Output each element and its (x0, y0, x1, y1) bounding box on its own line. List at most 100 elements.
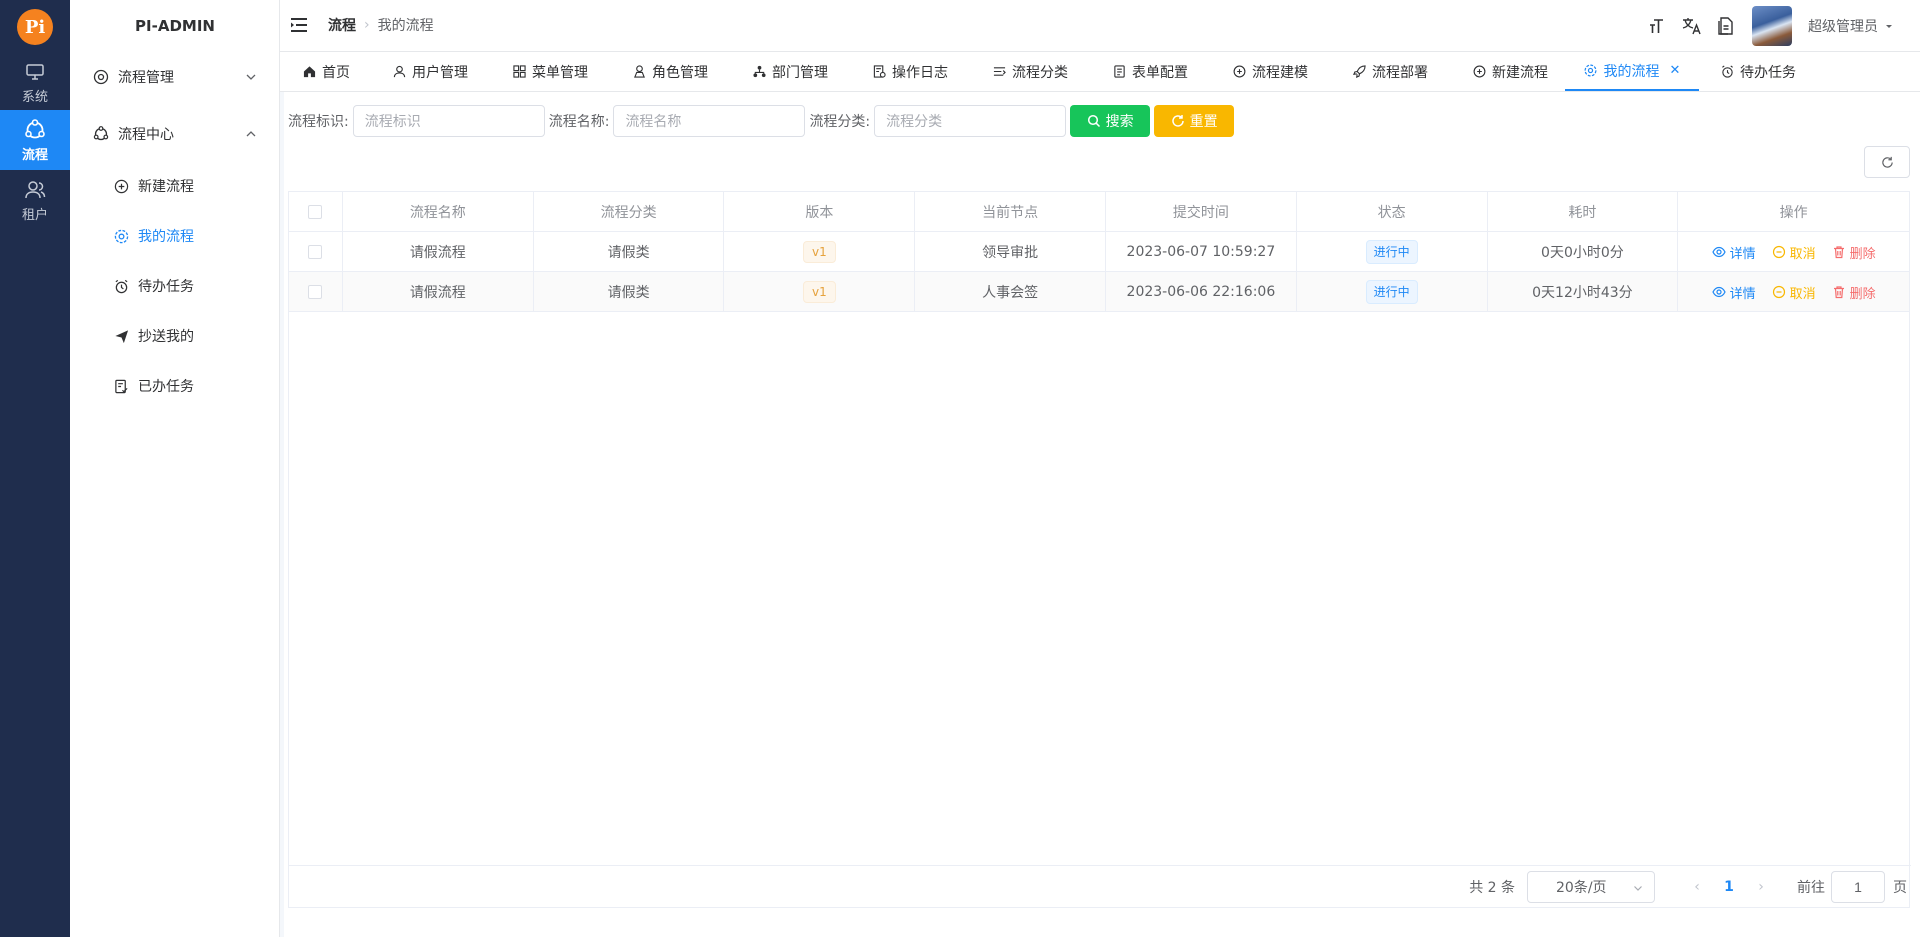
cancel-button[interactable]: 取消 (1772, 243, 1816, 262)
reset-button[interactable]: 重置 (1154, 105, 1235, 137)
tab-flow-deploy[interactable]: 流程部署 (1340, 52, 1440, 91)
breadcrumb-separator: › (364, 17, 370, 33)
tab-menu-management[interactable]: 菜单管理 (500, 52, 600, 91)
menu-group-flow-center[interactable]: 流程中心 (70, 110, 280, 158)
form-icon (1112, 65, 1126, 79)
menu-item-new-flow[interactable]: 新建流程 (70, 162, 280, 210)
breadcrumb-item: 我的流程 (377, 18, 434, 34)
delete-button[interactable]: 删除 (1832, 243, 1876, 262)
trash-icon (1833, 286, 1844, 299)
collapse-menu-icon[interactable] (290, 16, 308, 34)
page-size-value: 20条/页 (1556, 879, 1607, 896)
grid-icon (512, 65, 526, 79)
tab-label: 待办任务 (1740, 64, 1796, 81)
menu-item-todo[interactable]: 待办任务 (70, 262, 280, 310)
tab-label: 菜单管理 (532, 64, 588, 81)
current-node-cell: 人事会签 (915, 272, 1106, 312)
delete-button[interactable]: 删除 (1832, 283, 1876, 302)
column-header: 操作 (1779, 205, 1808, 221)
tab-new-flow[interactable]: 新建流程 (1460, 52, 1560, 91)
tab-label: 流程建模 (1252, 64, 1308, 81)
duration-cell: 0天0小时0分 (1488, 232, 1679, 272)
view-label: 详情 (1729, 286, 1756, 302)
view-detail-button[interactable]: 详情 (1711, 243, 1756, 262)
list-icon (992, 65, 1006, 79)
tab-form-config[interactable]: 表单配置 (1100, 52, 1200, 91)
tab-my-flow[interactable]: 我的流程 ✕ (1565, 52, 1699, 91)
alarm-clock-icon (1720, 65, 1734, 79)
next-page-button[interactable]: › (1745, 871, 1777, 903)
tab-operation-log[interactable]: 操作日志 (860, 52, 960, 91)
cancel-label: 取消 (1789, 246, 1816, 262)
org-icon (752, 65, 766, 79)
total-count: 共 2 条 (1469, 879, 1515, 896)
menu-group-flow-management[interactable]: 流程管理 (70, 53, 280, 101)
table-header: 流程名称 流程分类 版本 当前节点 提交时间 状态 耗时 操作 (289, 192, 1909, 232)
menu-item-label: 我的流程 (138, 229, 194, 245)
font-size-icon[interactable] (1648, 16, 1668, 36)
menu-item-my-flow[interactable]: 我的流程 (70, 212, 280, 260)
users-icon (22, 178, 48, 202)
app-logo: Pi (17, 9, 53, 45)
menu-item-cc-me[interactable]: 抄送我的 (70, 312, 280, 360)
flow-category-cell: 请假类 (534, 272, 725, 312)
avatar[interactable] (1752, 6, 1792, 46)
search-button[interactable]: 搜索 (1070, 105, 1151, 137)
tab-home[interactable]: 首页 (290, 52, 362, 91)
tab-flow-category[interactable]: 流程分类 (980, 52, 1080, 91)
page-number[interactable]: 1 (1713, 871, 1745, 903)
status-badge: 进行中 (1365, 280, 1418, 304)
tab-label: 我的流程 (1603, 63, 1660, 80)
row-checkbox[interactable] (308, 245, 323, 259)
delete-label: 删除 (1849, 246, 1876, 262)
menu-item-label: 已办任务 (138, 379, 194, 395)
flow-category-input[interactable] (874, 105, 1067, 137)
log-icon (872, 65, 886, 79)
caret-down-icon[interactable] (1884, 21, 1894, 31)
tab-user-management[interactable]: 用户管理 (380, 52, 480, 91)
menu-item-label: 新建流程 (138, 179, 194, 195)
view-detail-button[interactable]: 详情 (1711, 283, 1756, 302)
tab-flow-modeling[interactable]: 流程建模 (1220, 52, 1320, 91)
tab-todo[interactable]: 待办任务 (1708, 52, 1808, 91)
column-header: 耗时 (1488, 192, 1679, 232)
tab-department-management[interactable]: 部门管理 (740, 52, 840, 91)
column-header: 状态 (1297, 192, 1488, 232)
pagination: 共 2 条 20条/页 ‹ 1 › 前往 页 (289, 865, 1911, 907)
rocket-icon (1352, 65, 1366, 79)
tab-role-management[interactable]: 角色管理 (620, 52, 720, 91)
table-row: 请假流程 请假类 v1 人事会签 2023-06-06 22:16:06 进行中… (289, 272, 1909, 312)
header-actions: 超级管理员 (1648, 0, 1920, 52)
document-icon[interactable] (1716, 16, 1736, 36)
tab-label: 首页 (322, 64, 350, 81)
home-icon (302, 65, 316, 79)
breadcrumb-item[interactable]: 流程 (328, 15, 356, 35)
row-checkbox[interactable] (308, 285, 323, 299)
select-all-checkbox[interactable] (308, 205, 323, 219)
goto-page-input[interactable] (1831, 870, 1885, 903)
chevron-up-icon (246, 131, 256, 137)
flow-name-cell: 请假流程 (343, 272, 534, 312)
rail-item-flow[interactable]: 流程 (0, 110, 70, 170)
translate-icon[interactable] (1682, 16, 1702, 36)
rail-item-system[interactable]: 系统 (0, 52, 70, 112)
search-form: 流程标识: 流程名称: 流程分类: 搜索 重置 (288, 104, 1235, 138)
page-size-select[interactable]: 20条/页 (1527, 870, 1655, 903)
user-name[interactable]: 超级管理员 (1808, 16, 1878, 36)
search-icon (1087, 114, 1100, 128)
flow-table: 流程名称 流程分类 版本 当前节点 提交时间 状态 耗时 操作 请假流程 请假类… (288, 191, 1911, 908)
version-tag: v1 (802, 241, 836, 263)
menu-item-done[interactable]: 已办任务 (70, 362, 280, 410)
rail-item-tenant[interactable]: 租户 (0, 170, 70, 230)
refresh-table-button[interactable] (1864, 146, 1910, 178)
submit-time-cell: 2023-06-07 10:59:27 (1106, 232, 1297, 272)
menu-item-label: 待办任务 (138, 279, 194, 295)
cancel-button[interactable]: 取消 (1772, 283, 1816, 302)
app-title: PI-ADMIN (135, 17, 215, 35)
flow-key-input[interactable] (352, 105, 545, 137)
close-icon[interactable]: ✕ (1670, 63, 1681, 78)
user-icon (392, 65, 406, 79)
flow-name-input[interactable] (613, 105, 806, 137)
tab-label: 表单配置 (1132, 64, 1188, 81)
prev-page-button[interactable]: ‹ (1681, 871, 1713, 903)
